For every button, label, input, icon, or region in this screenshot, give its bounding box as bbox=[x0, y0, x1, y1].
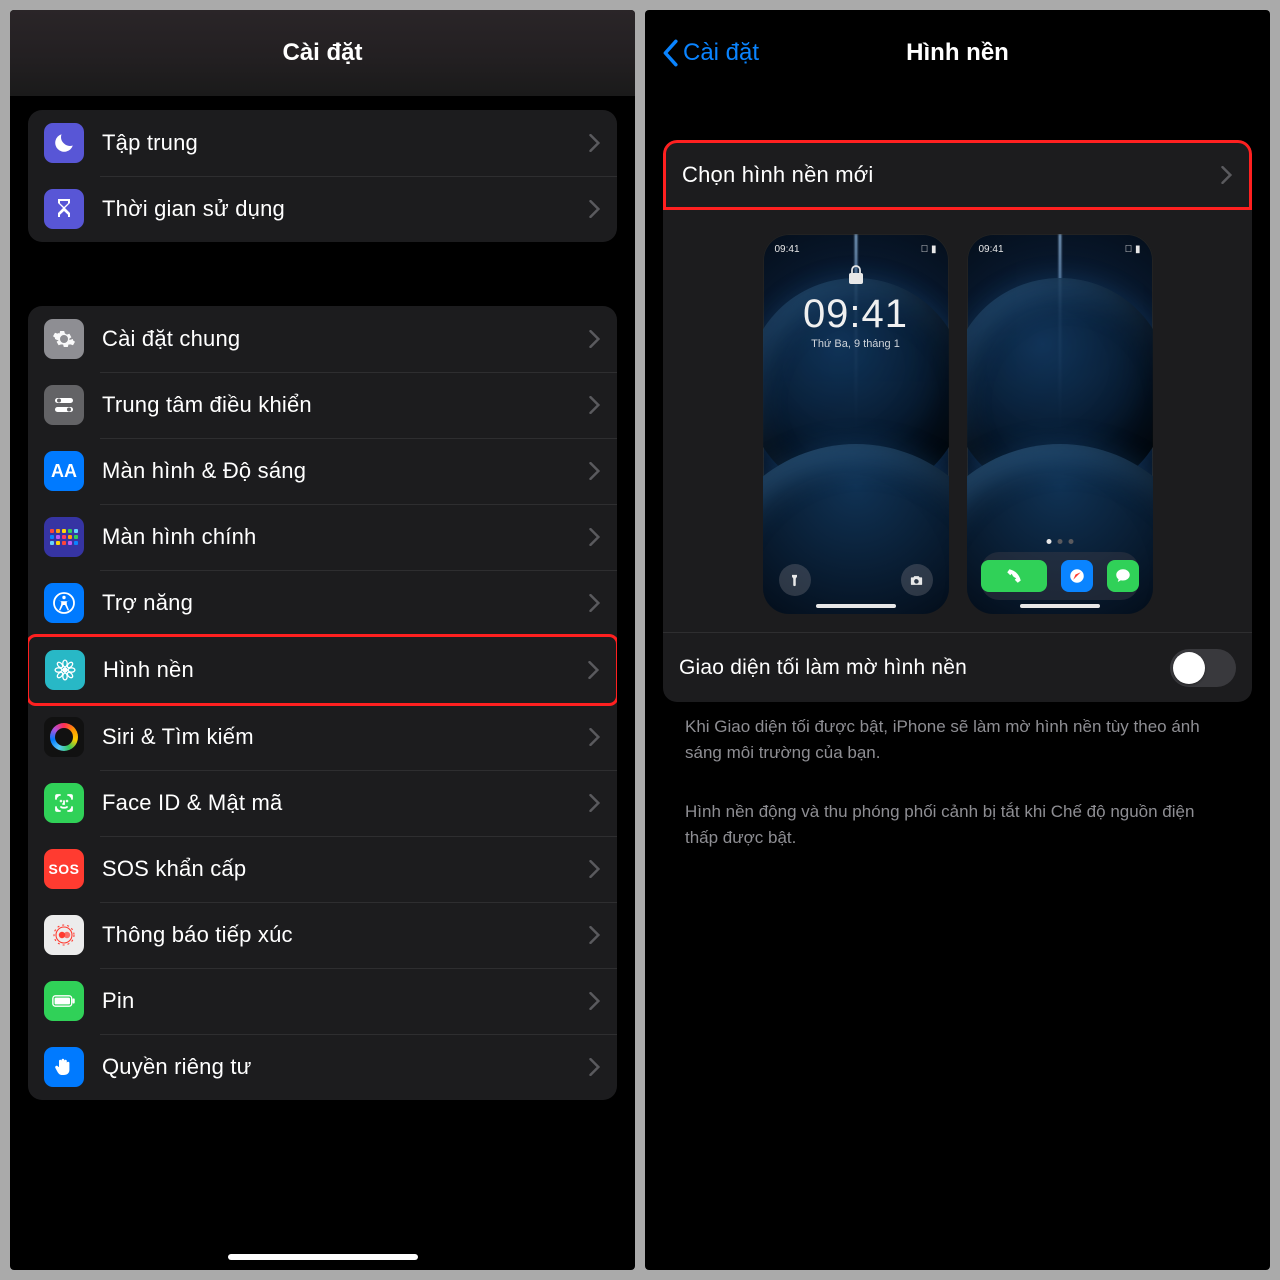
footer-note-2: Hình nền động và thu phóng phối cảnh bị … bbox=[663, 787, 1252, 850]
wallpaper-group: Chọn hình nền mới 09:41􀙇 ▮ 09:41 Thứ Ba,… bbox=[663, 140, 1252, 702]
settings-list[interactable]: Tập trung Thời gian sử dụng Cài đặt chun… bbox=[10, 96, 635, 1270]
chevron-right-icon bbox=[589, 134, 601, 152]
settings-screen: Cài đặt Tập trung Thời gian sử dụng bbox=[10, 10, 635, 1270]
dark-dim-row: Giao diện tối làm mờ hình nền bbox=[663, 632, 1252, 702]
chevron-right-icon bbox=[589, 462, 601, 480]
settings-row-focus[interactable]: Tập trung bbox=[28, 110, 617, 176]
chevron-right-icon bbox=[1221, 166, 1233, 184]
toggles-icon bbox=[44, 385, 84, 425]
phone-app-icon bbox=[981, 560, 1047, 592]
row-label: Trung tâm điều khiển bbox=[102, 392, 589, 418]
home-indicator[interactable] bbox=[228, 1254, 418, 1260]
row-label: Hình nền bbox=[103, 657, 588, 683]
row-label: Chọn hình nền mới bbox=[682, 162, 1221, 188]
chevron-right-icon bbox=[589, 728, 601, 746]
accessibility-icon bbox=[44, 583, 84, 623]
lock-date: Thứ Ba, 9 tháng 1 bbox=[763, 338, 949, 350]
settings-group-focus: Tập trung Thời gian sử dụng bbox=[28, 110, 617, 242]
settings-row-sos[interactable]: SOS SOS khẩn cấp bbox=[28, 836, 617, 902]
row-label: Face ID & Mật mã bbox=[102, 790, 589, 816]
settings-row-exposure[interactable]: Thông báo tiếp xúc bbox=[28, 902, 617, 968]
battery-icon bbox=[44, 981, 84, 1021]
highlight-wallpaper: Hình nền bbox=[28, 634, 617, 706]
messages-app-icon bbox=[1107, 560, 1139, 592]
homescreen-preview[interactable]: 09:41􀙇 ▮ bbox=[967, 234, 1153, 614]
chevron-right-icon bbox=[589, 1058, 601, 1076]
chevron-right-icon bbox=[589, 926, 601, 944]
wallpaper-previews: 09:41􀙇 ▮ 09:41 Thứ Ba, 9 tháng 1 09:41􀙇 … bbox=[663, 210, 1252, 632]
row-label: Quyền riêng tư bbox=[102, 1054, 589, 1080]
settings-row-screentime[interactable]: Thời gian sử dụng bbox=[28, 176, 617, 242]
flashlight-icon bbox=[779, 564, 811, 596]
gear-icon bbox=[44, 319, 84, 359]
settings-group-main: Cài đặt chung Trung tâm điều khiển AA Mà… bbox=[28, 306, 617, 1100]
safari-app-icon bbox=[1061, 560, 1093, 592]
chevron-left-icon bbox=[659, 39, 681, 67]
status-bar: 09:41􀙇 ▮ bbox=[979, 244, 1141, 255]
wallpaper-content[interactable]: Chọn hình nền mới 09:41􀙇 ▮ 09:41 Thứ Ba,… bbox=[645, 96, 1270, 1270]
footer-note-1: Khi Giao diện tối được bật, iPhone sẽ là… bbox=[663, 702, 1252, 765]
row-label: Thông báo tiếp xúc bbox=[102, 922, 589, 948]
settings-row-privacy[interactable]: Quyền riêng tư bbox=[28, 1034, 617, 1100]
text-size-icon: AA bbox=[44, 451, 84, 491]
lockscreen-preview[interactable]: 09:41􀙇 ▮ 09:41 Thứ Ba, 9 tháng 1 bbox=[763, 234, 949, 614]
choose-wallpaper-row[interactable]: Chọn hình nền mới bbox=[666, 143, 1249, 207]
settings-row-accessibility[interactable]: Trợ năng bbox=[28, 570, 617, 636]
row-label: Màn hình chính bbox=[102, 524, 589, 550]
row-label: Cài đặt chung bbox=[102, 326, 589, 352]
row-label: Thời gian sử dụng bbox=[102, 196, 589, 222]
moon-icon bbox=[44, 123, 84, 163]
dark-dim-toggle[interactable] bbox=[1170, 649, 1236, 687]
settings-row-wallpaper[interactable]: Hình nền bbox=[29, 637, 616, 703]
siri-icon bbox=[44, 717, 84, 757]
lock-icon bbox=[847, 264, 865, 286]
exposure-icon bbox=[44, 915, 84, 955]
lock-time: 09:41 bbox=[763, 292, 949, 337]
highlight-choose: Chọn hình nền mới bbox=[663, 140, 1252, 210]
back-label: Cài đặt bbox=[683, 39, 759, 67]
chevron-right-icon bbox=[589, 396, 601, 414]
settings-row-faceid[interactable]: Face ID & Mật mã bbox=[28, 770, 617, 836]
chevron-right-icon bbox=[589, 200, 601, 218]
chevron-right-icon bbox=[589, 992, 601, 1010]
faceid-icon bbox=[44, 783, 84, 823]
wallpaper-screen: Cài đặt Hình nền Chọn hình nền mới 09 bbox=[645, 10, 1270, 1270]
nav-bar: Cài đặt Hình nền bbox=[645, 10, 1270, 96]
row-label: Giao diện tối làm mờ hình nền bbox=[679, 656, 1170, 680]
row-label: SOS khẩn cấp bbox=[102, 856, 589, 882]
settings-row-battery[interactable]: Pin bbox=[28, 968, 617, 1034]
apps-grid-icon bbox=[44, 517, 84, 557]
chevron-right-icon bbox=[589, 528, 601, 546]
home-indicator bbox=[816, 604, 896, 608]
settings-row-control-center[interactable]: Trung tâm điều khiển bbox=[28, 372, 617, 438]
sos-icon: SOS bbox=[44, 849, 84, 889]
settings-row-home-screen[interactable]: Màn hình chính bbox=[28, 504, 617, 570]
hourglass-icon bbox=[44, 189, 84, 229]
page-dots bbox=[1046, 539, 1073, 544]
row-label: Trợ năng bbox=[102, 590, 589, 616]
page-title: Cài đặt bbox=[282, 39, 362, 67]
settings-row-display[interactable]: AA Màn hình & Độ sáng bbox=[28, 438, 617, 504]
chevron-right-icon bbox=[589, 330, 601, 348]
row-label: Màn hình & Độ sáng bbox=[102, 458, 589, 484]
chevron-right-icon bbox=[588, 661, 600, 679]
settings-row-siri[interactable]: Siri & Tìm kiếm bbox=[28, 704, 617, 770]
camera-icon bbox=[901, 564, 933, 596]
row-label: Siri & Tìm kiếm bbox=[102, 724, 589, 750]
chevron-right-icon bbox=[589, 594, 601, 612]
home-indicator bbox=[1020, 604, 1100, 608]
chevron-right-icon bbox=[589, 860, 601, 878]
nav-bar: Cài đặt bbox=[10, 10, 635, 96]
page-title: Hình nền bbox=[906, 39, 1009, 67]
back-button[interactable]: Cài đặt bbox=[659, 10, 759, 96]
row-label: Pin bbox=[102, 988, 589, 1014]
status-bar: 09:41􀙇 ▮ bbox=[775, 244, 937, 255]
settings-row-general[interactable]: Cài đặt chung bbox=[28, 306, 617, 372]
hand-icon bbox=[44, 1047, 84, 1087]
dock bbox=[981, 552, 1139, 600]
chevron-right-icon bbox=[589, 794, 601, 812]
row-label: Tập trung bbox=[102, 130, 589, 156]
flower-icon bbox=[45, 650, 85, 690]
